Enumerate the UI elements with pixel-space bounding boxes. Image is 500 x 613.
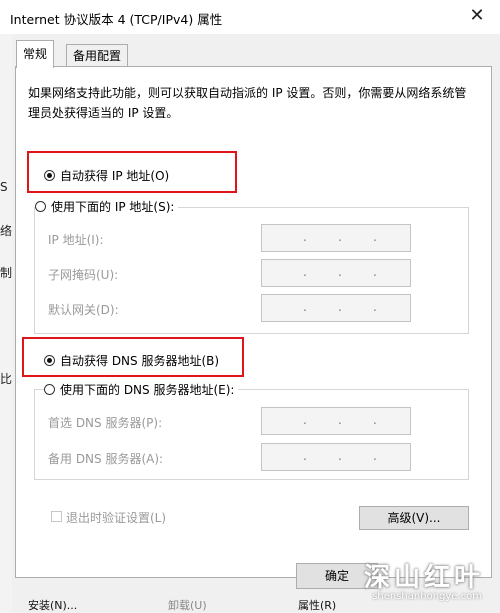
watermark-url: shenshanhongye.com	[372, 591, 482, 602]
tab-alternate-configuration[interactable]: 备用配置	[66, 44, 129, 67]
tab-general[interactable]: 常规	[16, 40, 55, 68]
uninstall-button[interactable]: 卸载(U)	[168, 597, 207, 613]
highlight-box-ip	[27, 151, 237, 193]
default-gateway-label: 默认网关(D):	[48, 303, 119, 317]
install-button[interactable]: 安装(N)...	[28, 597, 77, 613]
manual-dns-radio[interactable]: 使用下面的 DNS 服务器地址(E):	[44, 381, 239, 398]
manual-ip-radio[interactable]: 使用下面的 IP 地址(S):	[35, 198, 179, 215]
advanced-button[interactable]: 高级(V)...	[359, 506, 469, 530]
background-text: 制	[0, 266, 13, 280]
preferred-dns-input[interactable]: ...	[261, 407, 411, 435]
subnet-mask-label: 子网掩码(U):	[48, 268, 119, 282]
background-text: 比	[0, 372, 13, 386]
alternate-dns-label: 备用 DNS 服务器(A):	[48, 452, 164, 466]
properties-button[interactable]: 属性(R)	[298, 597, 336, 613]
radio-unchecked-icon	[44, 384, 55, 395]
ip-address-input[interactable]: ...	[261, 224, 411, 252]
validate-on-exit-label: 退出时验证设置(L)	[66, 511, 167, 525]
description-text: 如果网络支持此功能，则可以获取自动指派的 IP 设置。否则，你需要从网络系统管理…	[28, 86, 467, 120]
close-icon[interactable]: ✕	[466, 5, 488, 27]
default-gateway-input[interactable]: ...	[261, 294, 411, 322]
ip-address-label: IP 地址(I):	[48, 233, 104, 247]
highlight-box-dns	[22, 337, 244, 377]
watermark-text: 深山红叶	[363, 563, 484, 593]
radio-unchecked-icon	[35, 201, 46, 212]
validate-on-exit-checkbox[interactable]	[51, 511, 62, 522]
subnet-mask-input[interactable]: ...	[261, 259, 411, 287]
watermark: 深山红叶 shenshanhongye.com	[342, 557, 492, 607]
background-text: S	[0, 180, 8, 194]
preferred-dns-label: 首选 DNS 服务器(P):	[48, 416, 163, 430]
background-text: 络	[0, 224, 13, 238]
window-title: Internet 协议版本 4 (TCP/IPv4) 属性	[10, 12, 223, 27]
alternate-dns-input[interactable]: ...	[261, 443, 411, 471]
manual-ip-label: 使用下面的 IP 地址(S):	[51, 200, 175, 214]
manual-dns-label: 使用下面的 DNS 服务器地址(E):	[60, 383, 235, 397]
